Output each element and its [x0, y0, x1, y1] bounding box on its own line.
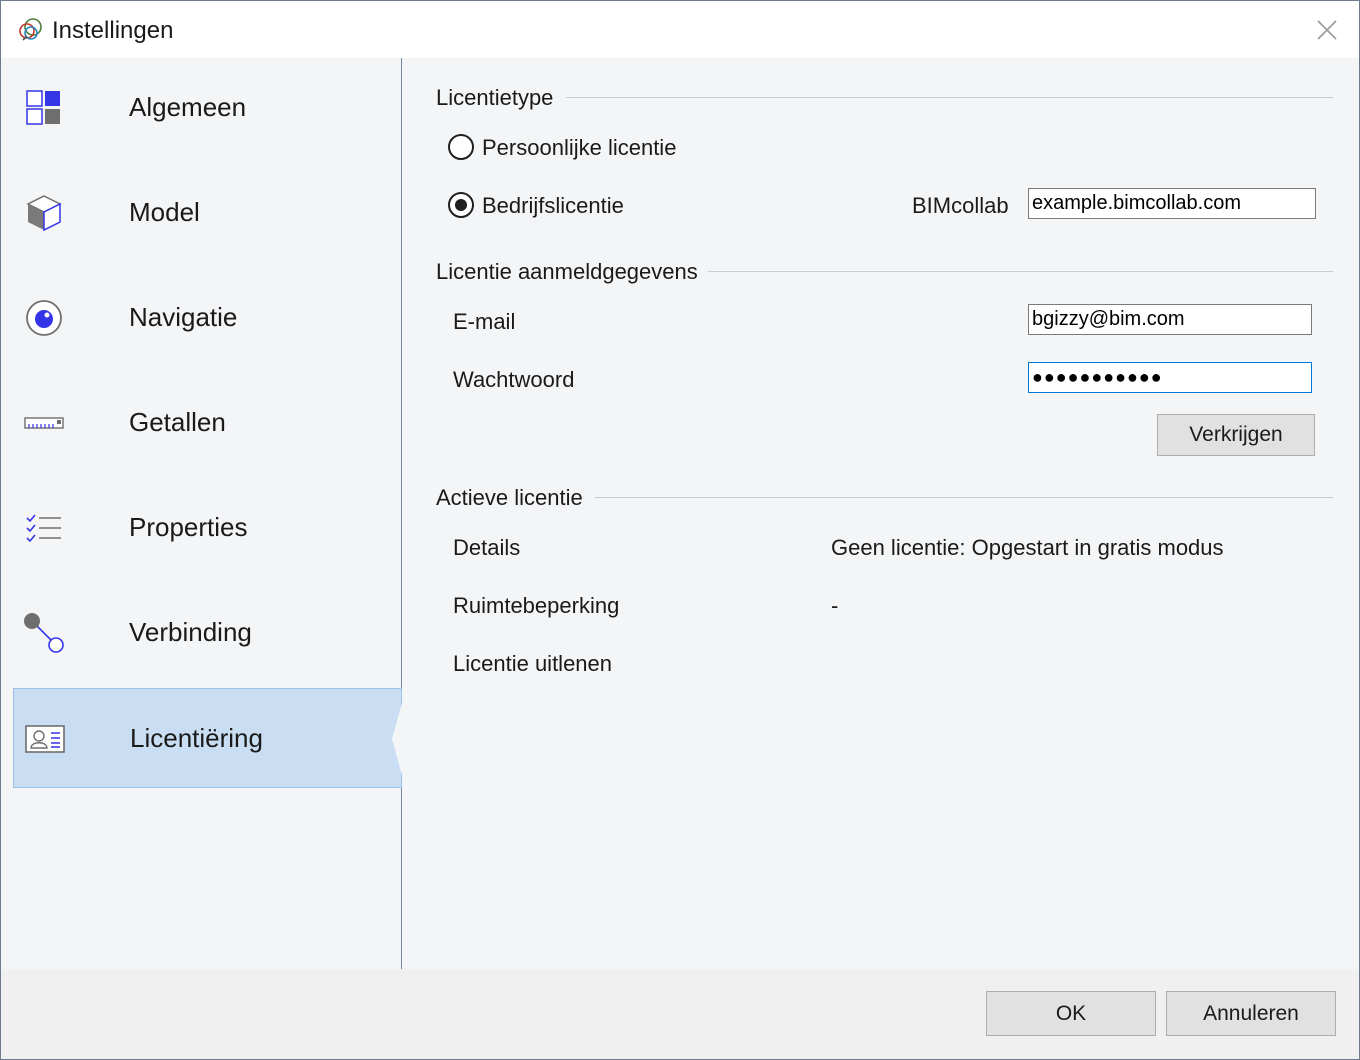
ruler-icon [23, 403, 65, 443]
personal-license-label[interactable]: Persoonlijke licentie [482, 135, 676, 161]
radio-selected-dot [455, 199, 467, 211]
cube-icon [23, 193, 65, 233]
email-field[interactable] [1028, 304, 1312, 335]
bimcollab-server-input[interactable] [1028, 188, 1316, 219]
sidebar-item-properties[interactable]: Properties [13, 478, 402, 578]
sidebar-item-model[interactable]: Model [13, 163, 402, 263]
sidebar-item-licentiering[interactable]: Licentiëring [13, 688, 402, 788]
section-heading-license-type: Licentietype [436, 85, 554, 110]
sidebar-item-label: Navigatie [129, 302, 238, 332]
sidebar-item-label: Algemeen [129, 92, 247, 122]
section-heading-active-license: Actieve licentie [436, 485, 583, 510]
id-card-icon [24, 719, 66, 759]
sidebar-item-label: Verbinding [129, 617, 252, 647]
close-icon [1317, 20, 1337, 40]
section-divider [566, 97, 1333, 98]
personal-license-radio[interactable] [448, 134, 474, 160]
ok-button[interactable]: OK [986, 991, 1156, 1036]
app-logo-icon [17, 16, 45, 44]
section-divider [708, 271, 1333, 272]
active-indicator [392, 703, 402, 775]
grid-icon [23, 88, 65, 128]
sidebar-item-navigatie[interactable]: Navigatie [13, 268, 402, 368]
checklist-icon [23, 508, 65, 548]
space-limit-value: - [831, 593, 839, 618]
sidebar-item-getallen[interactable]: Getallen [13, 373, 402, 473]
bimcollab-label: BIMcollab [912, 193, 1009, 218]
settings-window: Instellingen Algemeen Model Navigatie Ge… [0, 0, 1360, 1060]
password-field[interactable] [1028, 362, 1312, 393]
dialog-footer: OK Annuleren [1, 969, 1359, 1059]
sidebar-item-label: Model [129, 197, 200, 227]
close-button[interactable] [1307, 11, 1347, 49]
cancel-button[interactable]: Annuleren [1166, 991, 1336, 1036]
license-settings-panel: Licentietype Persoonlijke licentie Bedri… [403, 58, 1359, 969]
sidebar-item-label: Licentiëring [130, 723, 263, 753]
company-license-radio[interactable] [448, 192, 474, 218]
section-divider [595, 497, 1333, 498]
title-bar: Instellingen [1, 1, 1359, 58]
window-title: Instellingen [52, 17, 174, 44]
details-value: Geen licentie: Opgestart in gratis modus [831, 535, 1224, 560]
sidebar-item-algemeen[interactable]: Algemeen [13, 58, 402, 158]
lend-license-label: Licentie uitlenen [453, 651, 613, 676]
connection-icon [23, 613, 65, 653]
space-limit-label: Ruimtebeperking [453, 593, 620, 618]
obtain-license-button[interactable]: Verkrijgen [1157, 414, 1315, 456]
email-label: E-mail [453, 309, 516, 334]
sidebar-item-label: Properties [129, 512, 248, 542]
settings-sidebar: Algemeen Model Navigatie Getallen Proper… [1, 58, 402, 969]
section-heading-credentials: Licentie aanmeldgegevens [436, 259, 698, 284]
eye-icon [23, 298, 65, 338]
details-label: Details [453, 535, 521, 560]
sidebar-item-verbinding[interactable]: Verbinding [13, 583, 402, 683]
password-label: Wachtwoord [453, 367, 575, 392]
sidebar-item-label: Getallen [129, 407, 226, 437]
company-license-label[interactable]: Bedrijfslicentie [482, 193, 624, 219]
